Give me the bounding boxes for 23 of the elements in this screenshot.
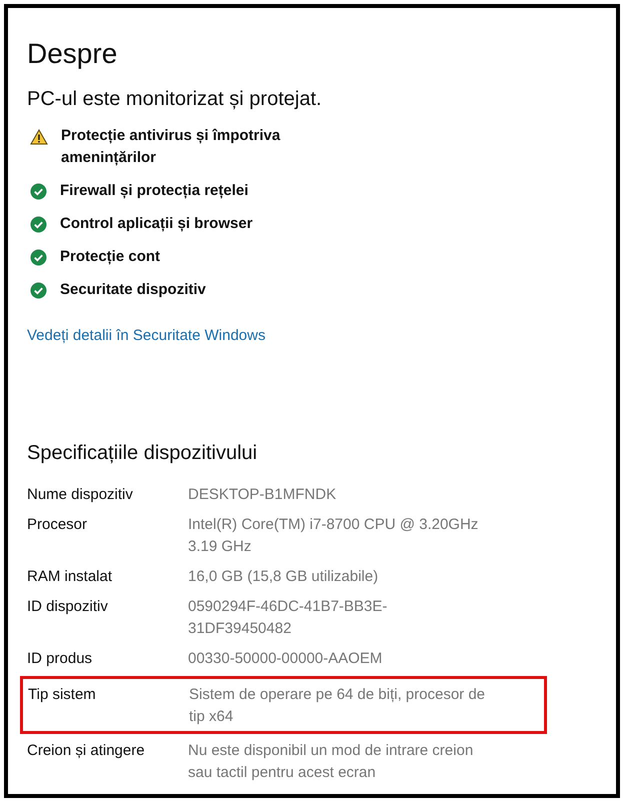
spec-value: Nu este disponibil un mod de intrare creion sau tactil pentru acest ecran <box>188 740 474 782</box>
spec-label: Nume dispozitiv <box>27 484 134 504</box>
spec-value: 16,0 GB (15,8 GB utilizabile) <box>188 566 380 586</box>
security-link[interactable]: Vedeți detalii în Securitate Windows <box>27 325 266 348</box>
status-label: Protecție cont <box>60 247 160 267</box>
spec-value: Intel(R) Core(TM) i7-8700 CPU @ 3.20GHz 3.19 GHz <box>188 514 480 556</box>
spec-label: Procesor <box>27 514 88 534</box>
section-heading: Specificațiile dispozitivului <box>27 440 258 466</box>
spec-value: 00330-50000-00000-AAOEM <box>188 648 384 668</box>
spec-label: Tip sistem <box>28 684 97 704</box>
spec-label: RAM instalat <box>27 566 114 586</box>
spec-label: ID produs <box>27 648 94 668</box>
status-label: Securitate dispozitiv <box>60 280 206 300</box>
page-title: Despre <box>27 37 118 71</box>
status-label: Firewall și protecția rețelei <box>60 181 248 201</box>
spec-value: 0590294F-46DC-41B7-BB3E-31DF39450482 <box>188 596 388 638</box>
spec-value: DESKTOP-B1MFNDK <box>188 484 338 504</box>
section-heading: PC-ul este monitorizat și protejat. <box>27 87 323 112</box>
status-label: Control aplicații și browser <box>60 214 253 234</box>
spec-label: Creion și atingere <box>27 740 146 760</box>
status-label: Protecție antivirus și împotriva amenințărilor <box>61 126 282 168</box>
spec-label: ID dispozitiv <box>27 596 109 616</box>
spec-value: Sistem de operare pe 64 de biți, procesor de tip x64 <box>189 684 486 726</box>
